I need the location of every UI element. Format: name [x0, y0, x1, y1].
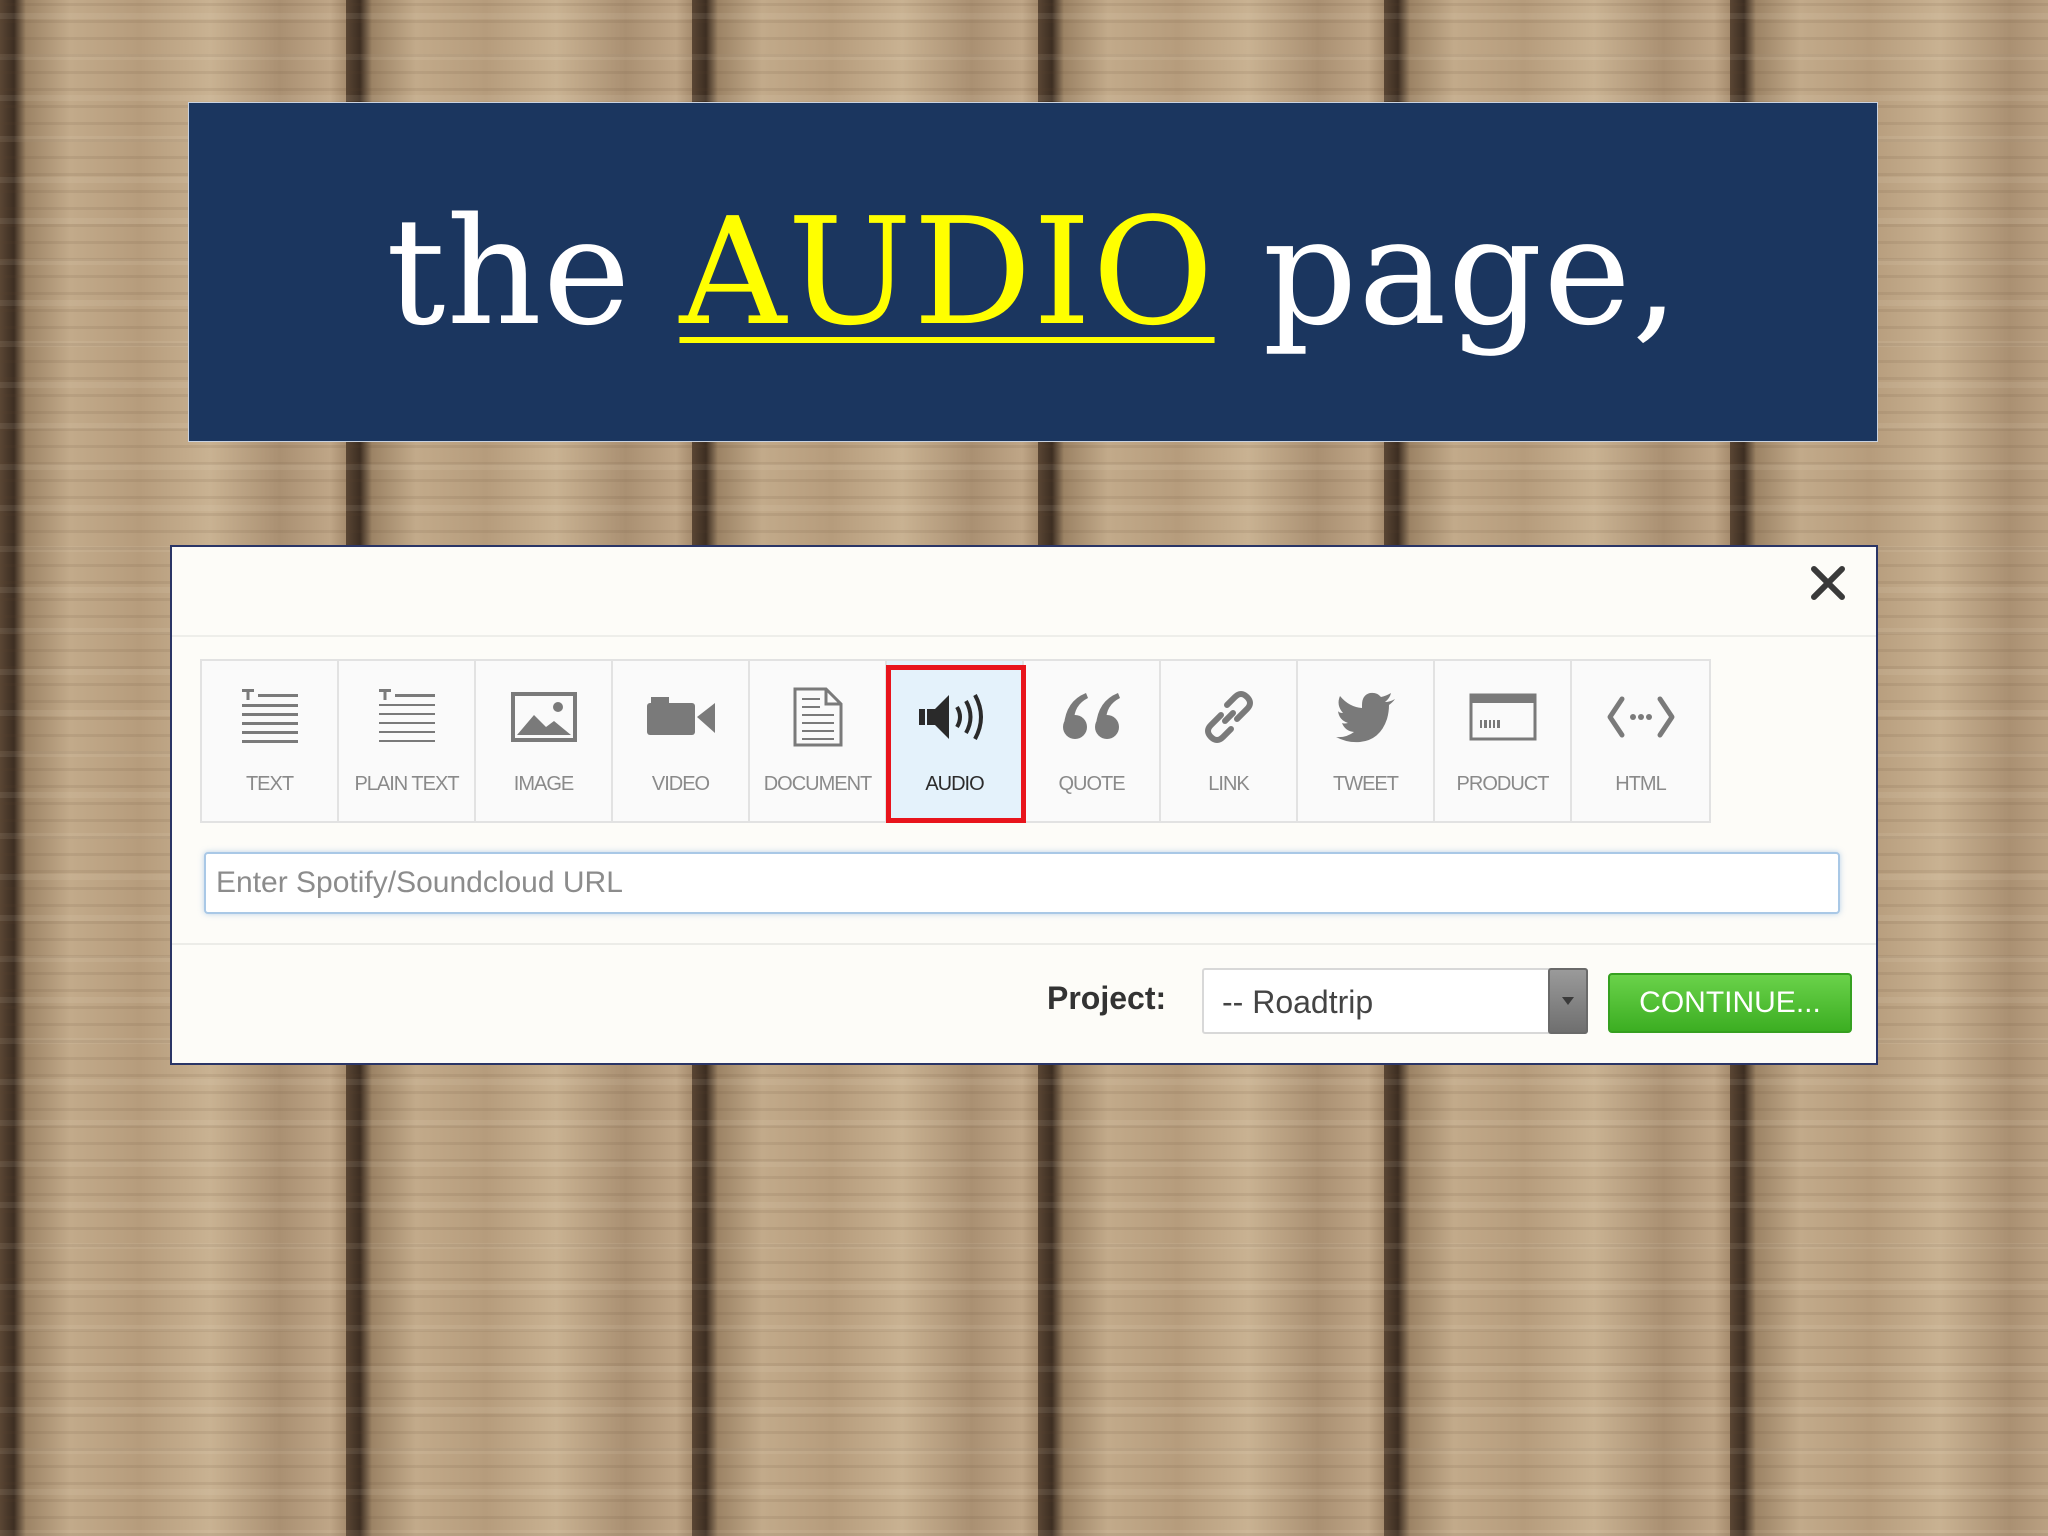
- type-video-button[interactable]: VIDEO: [613, 661, 750, 821]
- type-audio-button[interactable]: AUDIO: [887, 661, 1024, 821]
- bird-icon: [1335, 692, 1395, 743]
- type-video-label: VIDEO: [651, 773, 710, 795]
- speaker-icon: [918, 694, 983, 740]
- type-tweet-button[interactable]: TWEET: [1298, 661, 1435, 821]
- type-link-label: LINK: [1208, 773, 1249, 795]
- type-product-button[interactable]: PRODUCT: [1435, 661, 1572, 821]
- type-html-label: HTML: [1615, 773, 1666, 795]
- link-icon: [1204, 691, 1253, 743]
- project-select[interactable]: -- Roadtrip: [1202, 968, 1588, 1034]
- text-icon: [241, 689, 298, 743]
- video-camera-icon: [646, 697, 715, 735]
- type-document-label: DOCUMENT: [763, 773, 873, 795]
- type-text-label: TEXT: [245, 773, 294, 795]
- quote-icon: [1062, 693, 1120, 739]
- chevron-down-icon: [1562, 997, 1574, 1005]
- type-image-button[interactable]: IMAGE: [476, 661, 613, 821]
- type-link-button[interactable]: LINK: [1161, 661, 1298, 821]
- title-prefix: the: [386, 186, 680, 358]
- slide-title: the AUDIO page,: [386, 186, 1680, 358]
- type-image-label: IMAGE: [513, 773, 574, 795]
- title-suffix: page,: [1214, 186, 1680, 358]
- header-divider: [172, 635, 1876, 637]
- close-button[interactable]: [1806, 561, 1850, 605]
- type-quote-button[interactable]: QUOTE: [1024, 661, 1161, 821]
- product-icon: [1469, 693, 1536, 741]
- audio-url-input[interactable]: [204, 852, 1840, 914]
- select-arrow-button[interactable]: [1548, 968, 1588, 1034]
- type-text-button[interactable]: TEXT: [202, 661, 339, 821]
- title-accent-word: AUDIO: [679, 186, 1215, 358]
- project-label: Project:: [1047, 980, 1167, 1016]
- code-icon: [1607, 696, 1674, 738]
- document-icon: [793, 687, 842, 747]
- type-plain-text-label: PLAIN TEXT: [354, 773, 459, 795]
- type-tweet-label: TWEET: [1333, 773, 1399, 795]
- continue-button[interactable]: CONTINUE...: [1608, 973, 1852, 1033]
- image-icon: [510, 692, 577, 742]
- title-banner: the AUDIO page,: [188, 102, 1878, 442]
- type-audio-label: AUDIO: [925, 773, 984, 795]
- post-type-toolbar: TEXT PLAIN TEXT IMAGE VIDEO DOCUMENT AUD…: [200, 659, 1711, 823]
- plain-text-icon: [378, 689, 435, 742]
- close-icon: [1811, 566, 1845, 600]
- type-quote-label: QUOTE: [1058, 773, 1125, 795]
- type-html-button[interactable]: HTML: [1572, 661, 1709, 821]
- type-plain-text-button[interactable]: PLAIN TEXT: [339, 661, 476, 821]
- footer-divider: [172, 943, 1876, 945]
- type-document-button[interactable]: DOCUMENT: [750, 661, 887, 821]
- post-dialog: TEXT PLAIN TEXT IMAGE VIDEO DOCUMENT AUD…: [170, 545, 1878, 1065]
- project-selected-value: -- Roadtrip: [1222, 984, 1374, 1020]
- type-product-label: PRODUCT: [1456, 773, 1550, 795]
